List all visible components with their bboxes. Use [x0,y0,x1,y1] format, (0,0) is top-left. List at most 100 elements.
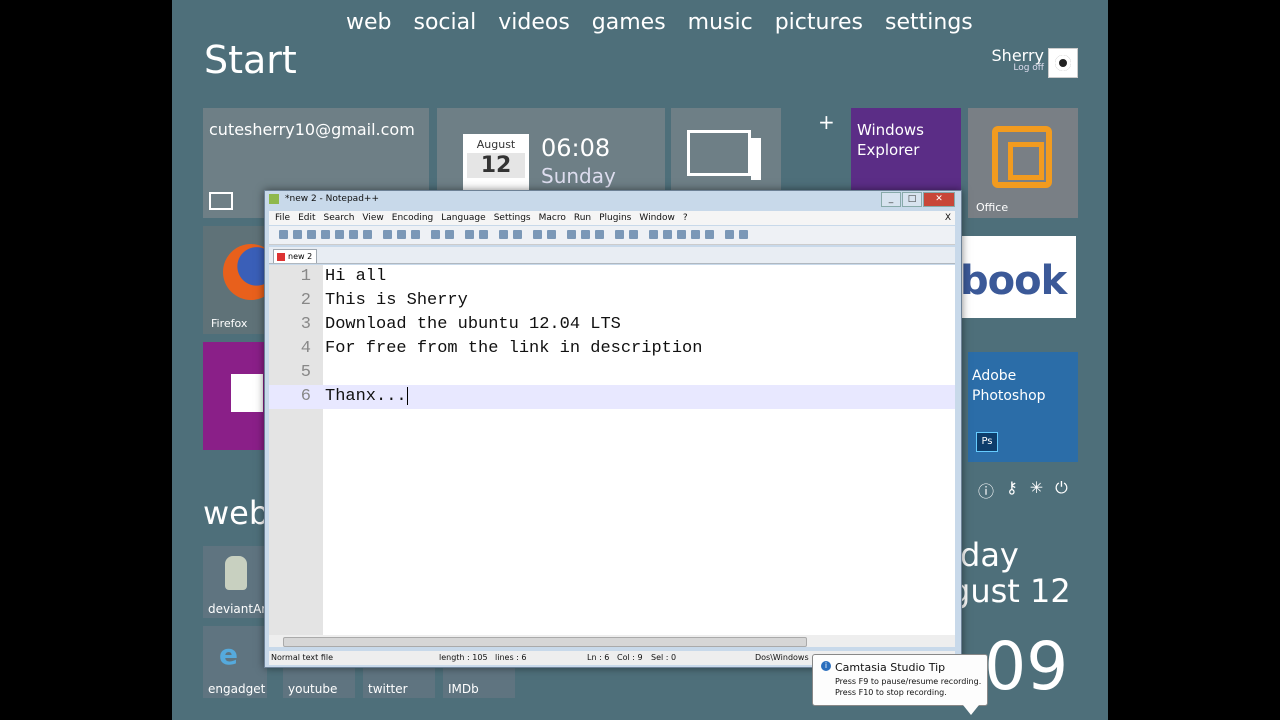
menu-file[interactable]: File [275,211,290,225]
photoshop-tile[interactable]: Adobe Photoshop Ps [968,352,1078,462]
save-macro-icon[interactable] [705,230,714,239]
nav-settings[interactable]: settings [885,10,973,35]
copy-icon[interactable] [397,230,406,239]
close-file-icon[interactable] [335,230,344,239]
engadget-tile[interactable]: e engadget [203,626,267,698]
calendar-month: August [476,138,516,151]
firefox-label: Firefox [211,317,248,330]
menu-encoding[interactable]: Encoding [392,211,433,225]
minimize-button[interactable]: _ [881,192,901,207]
menu-settings[interactable]: Settings [494,211,531,225]
horizontal-scrollbar[interactable] [269,635,955,647]
save-all-icon[interactable] [321,230,330,239]
sync-h-icon[interactable] [547,230,556,239]
nav-pictures[interactable]: pictures [775,10,863,35]
maximize-button[interactable]: □ [902,192,922,207]
menu-view[interactable]: View [362,211,383,225]
loading-icon[interactable]: ✳ [1030,478,1043,502]
launch-browser-icon[interactable] [725,230,734,239]
undo-icon[interactable] [431,230,440,239]
nav-music[interactable]: music [688,10,753,35]
menu-edit[interactable]: Edit [298,211,315,225]
sync-v-icon[interactable] [533,230,542,239]
line-number: 6 [300,387,311,406]
cut-icon[interactable] [383,230,392,239]
zoom-in-icon[interactable] [499,230,508,239]
computer-tile[interactable] [671,108,781,198]
play-multiple-icon[interactable] [691,230,700,239]
power-icon[interactable]: ⏻ [1055,478,1068,502]
youtube-label: youtube [288,682,338,696]
calendar-icon: August 12 [463,134,529,192]
tab-new-2[interactable]: new 2 [273,249,317,263]
toolbar [269,226,955,245]
status-lines: lines : 6 [495,653,527,662]
mail-icon [209,192,233,210]
close-all-icon[interactable] [349,230,358,239]
menu-search[interactable]: Search [324,211,355,225]
status-eol: Dos\Windows [755,653,809,662]
avatar[interactable] [1048,48,1078,78]
firefox-tile[interactable]: Firefox [203,226,269,334]
explorer-label: Windows Explorer [857,121,924,159]
menu-macro[interactable]: Macro [539,211,566,225]
nav-web[interactable]: web [346,10,392,35]
menu-window[interactable]: Window [639,211,675,225]
replace-icon[interactable] [479,230,488,239]
menu-help[interactable]: ? [683,211,688,225]
office-label: Office [976,201,1009,214]
play-macro-icon[interactable] [677,230,686,239]
menu-language[interactable]: Language [441,211,485,225]
store-tile[interactable] [203,342,269,450]
open-file-icon[interactable] [293,230,302,239]
system-controls: ⓘ ⚷ ✳ ⏻ [978,478,1068,502]
clock-tile[interactable]: August 12 06:08 Sunday [437,108,665,198]
info-icon[interactable]: ⓘ [978,478,994,502]
doc-map-icon[interactable] [615,230,624,239]
function-list-icon[interactable] [629,230,638,239]
nav-games[interactable]: games [592,10,666,35]
line-number: 3 [300,315,311,334]
nav-videos[interactable]: videos [498,10,570,35]
facebook-tile[interactable]: book [960,236,1076,318]
menu-plugins[interactable]: Plugins [599,211,631,225]
info-icon: i [821,661,831,671]
print-icon[interactable] [363,230,372,239]
scrollbar-thumb[interactable] [283,637,807,647]
right-clock-day: day [960,536,1019,574]
menu-run[interactable]: Run [574,211,591,225]
imdb-label: IMDb [448,682,479,696]
deviantart-tile[interactable]: deviantArt [203,546,271,618]
text-editor[interactable]: 1 Hi all 2 This is Sherry 3 Download the… [269,265,955,635]
notepad-window: *new 2 - Notepad++ _ □ ✕ File Edit Searc… [264,190,962,668]
close-button[interactable]: ✕ [923,192,955,207]
title-bar[interactable]: *new 2 - Notepad++ _ □ ✕ [265,191,961,209]
record-macro-icon[interactable] [649,230,658,239]
indent-guide-icon[interactable] [595,230,604,239]
stop-macro-icon[interactable] [663,230,672,239]
key-icon[interactable]: ⚷ [1006,478,1018,502]
line-text: Hi all [325,267,387,286]
top-nav: web social videos games music pictures s… [346,10,973,35]
new-file-icon[interactable] [279,230,288,239]
office-tile[interactable]: Office [968,108,1078,218]
camtasia-tip[interactable]: i Camtasia Studio Tip Press F9 to pause/… [812,654,988,715]
find-icon[interactable] [465,230,474,239]
close-document-button[interactable]: X [945,211,951,225]
redo-icon[interactable] [445,230,454,239]
menu-bar: File Edit Search View Encoding Language … [269,211,955,225]
photoshop-icon: Ps [976,432,998,452]
nav-social[interactable]: social [414,10,477,35]
user-info[interactable]: Sherry Log off [992,46,1044,73]
wrap-icon[interactable] [567,230,576,239]
save-icon[interactable] [307,230,316,239]
show-all-icon[interactable] [581,230,590,239]
paste-icon[interactable] [411,230,420,239]
zoom-out-icon[interactable] [513,230,522,239]
firefox-icon [223,244,269,300]
text-caret [406,386,408,405]
status-sel: Sel : 0 [651,653,677,662]
tip-line-2: Press F10 to stop recording. [835,688,947,697]
spellcheck-icon[interactable] [739,230,748,239]
add-tile-button[interactable]: + [818,110,835,134]
